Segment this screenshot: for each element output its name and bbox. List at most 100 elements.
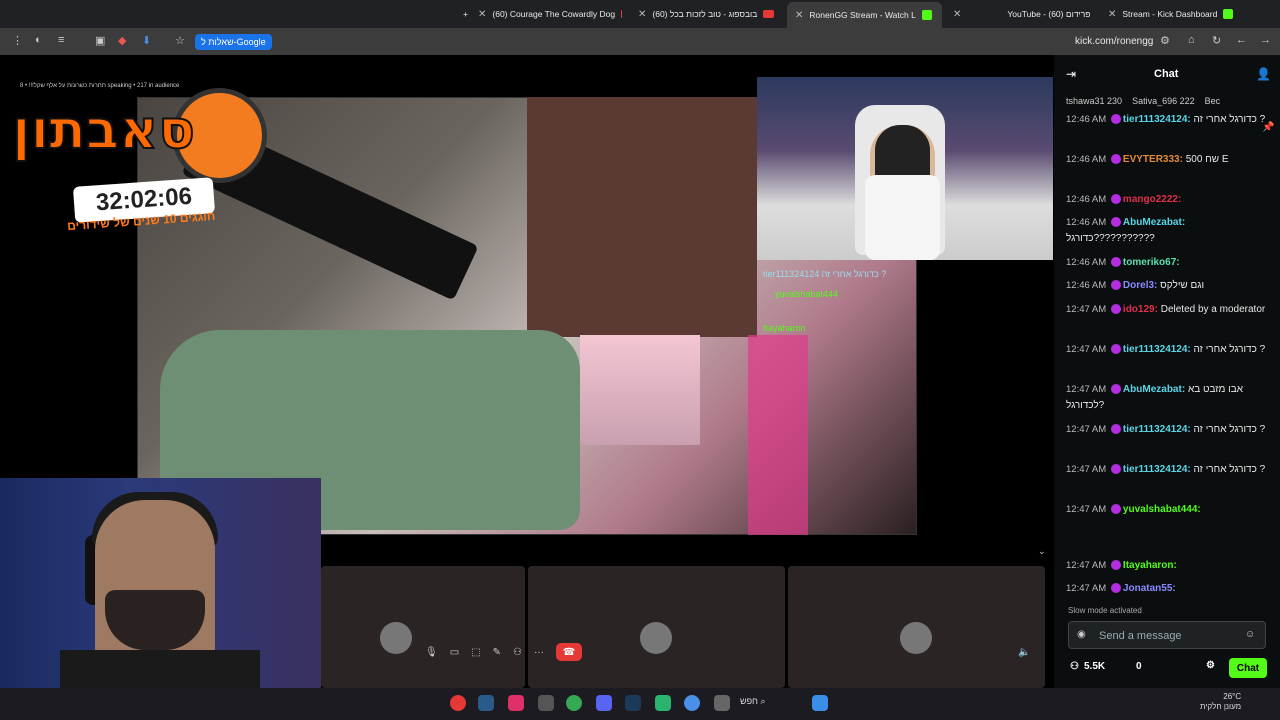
participant-tile-1[interactable] bbox=[321, 566, 525, 688]
chat-text: כדורגל אחרי זה ? bbox=[1193, 344, 1266, 355]
chat-username[interactable]: tier111324124: bbox=[1123, 344, 1191, 355]
close-icon[interactable]: ✕ bbox=[478, 9, 486, 20]
chat-message[interactable]: 12:46 AM EVYTER333: 500 שח E bbox=[1066, 152, 1266, 168]
chat-username[interactable]: AbuMezabat: bbox=[1123, 217, 1185, 228]
chat-input[interactable]: ◉ Send a message ☺ bbox=[1068, 621, 1266, 649]
reload-icon[interactable]: ↻ bbox=[1212, 34, 1221, 47]
opera-icon[interactable] bbox=[450, 695, 466, 711]
chat-username[interactable]: Jonatan55: bbox=[1123, 583, 1176, 594]
hang-up-button[interactable]: ☎ bbox=[555, 643, 582, 661]
chat-message[interactable]: 12:47 AM tier111324124: כדורגל אחרי זה ? bbox=[1066, 462, 1266, 478]
home-icon[interactable]: ⌂ bbox=[1188, 34, 1195, 46]
live-icon[interactable] bbox=[655, 695, 671, 711]
headphones-icon bbox=[875, 125, 930, 175]
video-light bbox=[580, 335, 700, 445]
chevron-down-icon[interactable]: ⌄ bbox=[1038, 546, 1046, 557]
chat-message[interactable]: 12:46 AM tomeriko67: bbox=[1066, 255, 1266, 271]
slow-mode-notice: Slow mode activated bbox=[1068, 606, 1142, 615]
chat-message[interactable]: 12:46 AM tier111324124: כדורגל אחרי זה ? bbox=[1066, 112, 1266, 128]
chat-message[interactable]: 12:47 AM yuvalshabat444: bbox=[1066, 502, 1266, 518]
tab-courage[interactable]: ✕ (60) Courage The Cowardly Dog bbox=[470, 4, 630, 24]
subscriber-badge-icon bbox=[1110, 304, 1121, 315]
menu-icon[interactable]: ⋮ bbox=[12, 34, 23, 47]
chat-text: וגם שילקס bbox=[1160, 280, 1205, 291]
chat-message[interactable]: 12:47 AM tier111324124: כדורגל אחרי זה ? bbox=[1066, 422, 1266, 438]
chat-username[interactable]: Itayaharon: bbox=[1123, 560, 1177, 571]
url-field[interactable]: kick.com/ronengg bbox=[1075, 36, 1153, 47]
volume-icon[interactable]: 🔈 bbox=[1018, 647, 1030, 658]
emoji-icon[interactable]: ☺ bbox=[1245, 629, 1255, 640]
chat-message[interactable]: 12:46 AM mango2222: bbox=[1066, 192, 1266, 208]
chat-message[interactable]: 12:47 AM tier111324124: כדורגל אחרי זה ? bbox=[1066, 342, 1266, 358]
weather-widget[interactable]: 26°C מעונן חלקית bbox=[1200, 692, 1241, 712]
chat-text: כדורגל??????????? bbox=[1066, 233, 1155, 244]
subscriber-badge-icon bbox=[1110, 154, 1121, 165]
steam-icon[interactable] bbox=[625, 695, 641, 711]
chat-username[interactable]: mango2222: bbox=[1123, 194, 1181, 205]
close-icon[interactable]: ✕ bbox=[1108, 9, 1116, 20]
addon-icon[interactable]: ◆ bbox=[118, 34, 126, 47]
effects-icon[interactable]: ✎ bbox=[493, 647, 501, 658]
video-pink-light bbox=[748, 335, 808, 535]
calculator-icon[interactable] bbox=[714, 695, 730, 711]
youtube-icon bbox=[621, 10, 622, 18]
steam-icon[interactable] bbox=[478, 695, 494, 711]
extension-icon[interactable]: ◐ bbox=[35, 34, 42, 46]
tune-icon[interactable]: ≡ bbox=[58, 34, 64, 46]
tab-spongebob[interactable]: ✕ (60) בובספוג - טוב לזכות בכל bbox=[630, 4, 785, 24]
subscriber-badge-icon bbox=[1110, 257, 1121, 268]
more-icon[interactable]: ··· bbox=[534, 647, 544, 658]
chat-username[interactable]: EVYTER333: bbox=[1123, 154, 1183, 165]
collapse-chat-icon[interactable]: ⇥ bbox=[1066, 67, 1076, 81]
close-icon[interactable]: ✕ bbox=[795, 10, 803, 21]
app-icon[interactable] bbox=[538, 695, 554, 711]
subscriber-badge-icon bbox=[1110, 344, 1121, 355]
google-ask-button[interactable]: שאלות ל-Google bbox=[195, 34, 272, 50]
chat-message[interactable]: 12:47 AM ido129: Deleted by a moderator bbox=[1066, 302, 1266, 318]
close-icon[interactable]: ✕ bbox=[638, 9, 646, 20]
gear-icon[interactable]: ⚙ bbox=[1206, 660, 1215, 671]
camera-icon[interactable]: ▭ bbox=[450, 647, 459, 658]
chat-message[interactable]: 12:46 AM AbuMezabat: כדורגל??????????? bbox=[1066, 215, 1266, 247]
settings-icon[interactable]: ⚙ bbox=[1160, 34, 1170, 47]
bookmark-star-icon[interactable]: ☆ bbox=[175, 34, 185, 47]
chrome-icon[interactable] bbox=[566, 695, 582, 711]
windows-icon[interactable] bbox=[812, 695, 828, 711]
discord-icon[interactable] bbox=[596, 695, 612, 711]
chat-username[interactable]: tier111324124: bbox=[1123, 464, 1191, 475]
subscriber-badge-icon bbox=[1110, 114, 1121, 125]
users-icon[interactable]: 👤 bbox=[1256, 67, 1271, 81]
download-icon[interactable]: ⬇ bbox=[142, 34, 151, 47]
tab-ronengg[interactable]: ✕ RonenGG Stream - Watch L bbox=[787, 2, 942, 28]
chat-message[interactable]: 12:46 AM Dorel3: וגם שילקס bbox=[1066, 278, 1266, 294]
gifter[interactable]: Bec bbox=[1205, 96, 1221, 106]
chat-message[interactable]: 12:47 AM AbuMezabat: אבו מזבט בא לכדורגל… bbox=[1066, 382, 1266, 414]
chat-message[interactable]: 12:47 AM Itayaharon: bbox=[1066, 558, 1266, 574]
gifter[interactable]: tshawa31 230 bbox=[1066, 96, 1122, 106]
subscriber-badge-icon bbox=[1110, 194, 1121, 205]
chat-username[interactable]: tier111324124: bbox=[1123, 114, 1191, 125]
people-icon[interactable]: ⚇ bbox=[513, 647, 522, 658]
taskbar-search[interactable]: חפש ⌕ bbox=[740, 696, 766, 712]
chat-username[interactable]: tomeriko67: bbox=[1123, 257, 1180, 268]
tab-kick-dashboard[interactable]: ✕ Stream - Kick Dashboard bbox=[1100, 4, 1260, 24]
close-icon[interactable]: ✕ bbox=[953, 9, 961, 20]
gifter[interactable]: Sativa_696 222 bbox=[1132, 96, 1195, 106]
chat-username[interactable]: tier111324124: bbox=[1123, 424, 1191, 435]
send-chat-button[interactable]: Chat bbox=[1229, 658, 1267, 678]
chat-message[interactable]: 12:47 AM Jonatan55: bbox=[1066, 581, 1266, 597]
puzzle-icon[interactable]: ▣ bbox=[95, 34, 105, 47]
chat-username[interactable]: Dorel3: bbox=[1123, 280, 1157, 291]
back-icon[interactable]: ← bbox=[1236, 34, 1247, 46]
forward-icon[interactable]: → bbox=[1260, 34, 1271, 46]
chat-username[interactable]: AbuMezabat: bbox=[1123, 384, 1185, 395]
video-drawer bbox=[527, 97, 757, 337]
overlay-chat: tier111324124 כדורגל אחרי זה ? yuvalshab… bbox=[763, 269, 887, 333]
tiktok-icon[interactable] bbox=[508, 695, 524, 711]
g-app-icon[interactable] bbox=[684, 695, 700, 711]
chat-username[interactable]: yuvalshabat444: bbox=[1123, 504, 1201, 515]
share-icon[interactable]: ⬚ bbox=[471, 647, 480, 658]
tab-youtube[interactable]: ✕ YouTube - פרידום (60) bbox=[945, 4, 1100, 24]
chat-username[interactable]: ido129: bbox=[1123, 304, 1158, 315]
mic-icon[interactable]: 🎙 bbox=[425, 647, 438, 658]
